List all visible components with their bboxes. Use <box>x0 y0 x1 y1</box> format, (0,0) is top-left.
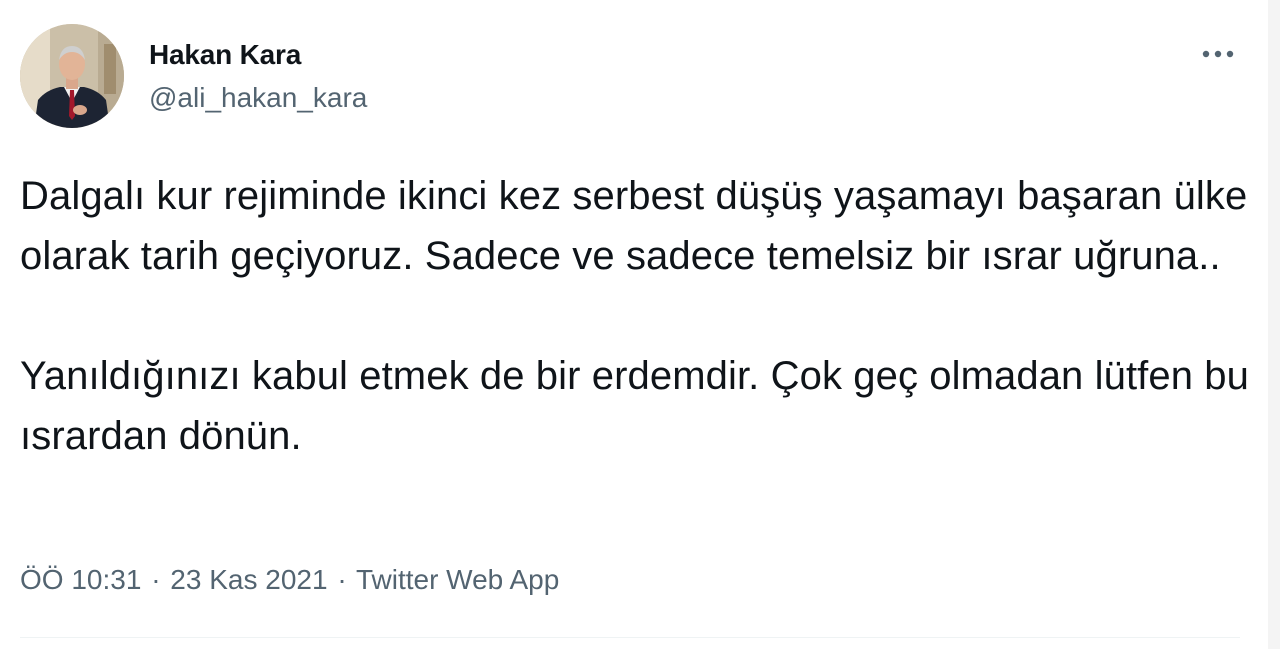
meta-separator: · <box>151 564 161 595</box>
avatar-photo <box>20 24 124 128</box>
tweet-author: Hakan Kara @ali_hakan_kara <box>149 38 367 115</box>
more-options-button[interactable] <box>1192 34 1244 74</box>
divider <box>20 637 1240 638</box>
tweet-text: Dalgalı kur rejiminde ikinci kez serbest… <box>20 166 1250 466</box>
tweet-meta: ÖÖ 10:31 · 23 Kas 2021 · Twitter Web App <box>20 562 559 598</box>
tweet-card: Hakan Kara @ali_hakan_kara Dalgalı kur r… <box>0 0 1280 649</box>
tweet-time[interactable]: ÖÖ 10:31 <box>20 564 141 595</box>
avatar[interactable] <box>20 24 124 128</box>
tweet-source[interactable]: Twitter Web App <box>356 564 559 595</box>
tweet-paragraph-2: Yanıldığınızı kabul etmek de bir erdemdi… <box>20 354 1249 458</box>
author-display-name[interactable]: Hakan Kara <box>149 38 367 72</box>
tweet-paragraph-1: Dalgalı kur rejiminde ikinci kez serbest… <box>20 174 1248 278</box>
author-handle[interactable]: @ali_hakan_kara <box>149 81 367 115</box>
tweet-date[interactable]: 23 Kas 2021 <box>170 564 327 595</box>
scrollbar[interactable] <box>1268 0 1280 649</box>
meta-separator: · <box>337 564 347 595</box>
more-dots-icon <box>1202 50 1234 58</box>
